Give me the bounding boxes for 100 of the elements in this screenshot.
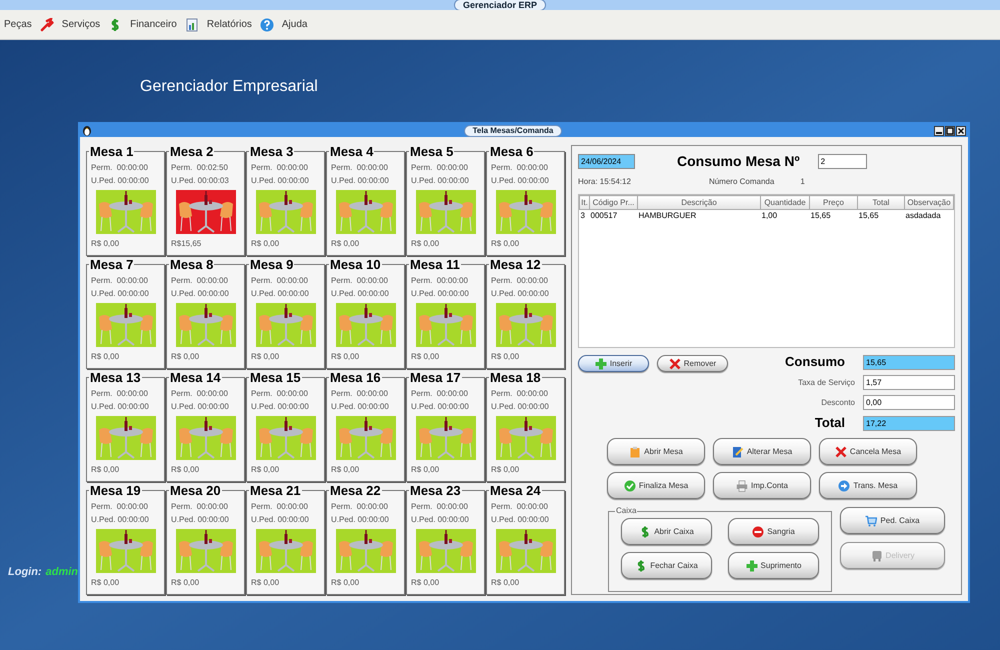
menu-item[interactable]: Financeiro	[130, 17, 177, 32]
side-button[interactable]: Ped. Caixa	[840, 507, 945, 534]
action-button[interactable]: Cancela Mesa	[819, 438, 917, 465]
table-card[interactable]: Mesa 9 Perm. 00:00:00 U.Ped. 00:00:00 R$ 0,00	[246, 258, 325, 369]
total-field[interactable]: 17,22	[863, 416, 955, 430]
table-card[interactable]: Mesa 20 Perm. 00:00:00 U.Ped. 00:00:00 R$ 0,00	[166, 484, 245, 595]
permanence-time: Perm. 00:00:00	[491, 162, 549, 174]
item-button[interactable]: Inserir	[578, 355, 649, 372]
column-header[interactable]: Preço	[810, 196, 858, 210]
table-card[interactable]: Mesa 8 Perm. 00:00:00 U.Ped. 00:00:00 R$ 0,00	[166, 258, 245, 369]
caixa-button[interactable]: Fechar Caixa	[621, 552, 712, 579]
table-card[interactable]: Mesa 17 Perm. 00:00:00 U.Ped. 00:00:00 R$ 0,00	[406, 371, 485, 482]
table-amount: R$ 0,00	[491, 351, 520, 363]
permanence-time: Perm. 00:00:00	[91, 388, 149, 400]
x-icon	[834, 446, 847, 458]
table-card[interactable]: Mesa 7 Perm. 00:00:00 U.Ped. 00:00:00 R$ 0,00	[86, 258, 165, 369]
table-cell: 1,00	[760, 210, 810, 222]
total-field[interactable]: 0,00	[863, 395, 955, 410]
plus-icon	[594, 358, 607, 370]
table-card[interactable]: Mesa 4 Perm. 00:00:00 U.Ped. 00:00:00 R$ 0,00	[326, 145, 405, 256]
column-header[interactable]: It.	[580, 196, 590, 210]
table-card[interactable]: Mesa 12 Perm. 00:00:00 U.Ped. 00:00:00 R$ 0,00	[486, 258, 565, 369]
table-chairs-drawing	[336, 529, 396, 573]
table-card[interactable]: Mesa 11 Perm. 00:00:00 U.Ped. 00:00:00 R$ 0,00	[406, 258, 485, 369]
menu-item[interactable]: Relatórios	[206, 17, 252, 32]
permanence-time: Perm. 00:00:00	[491, 388, 549, 400]
table-card[interactable]: Mesa 23 Perm. 00:00:00 U.Ped. 00:00:00 R$ 0,00	[406, 484, 485, 595]
table-cell: asdadada	[904, 210, 954, 222]
action-button[interactable]: Trans. Mesa	[819, 472, 917, 499]
last-order-time: U.Ped. 00:00:00	[251, 401, 310, 413]
table-title: Mesa 14	[169, 371, 222, 384]
printer-icon	[736, 480, 748, 492]
column-header[interactable]: Código Pr...	[590, 196, 638, 210]
caixa-button[interactable]: Abrir Caixa	[621, 518, 712, 545]
caixa-button[interactable]: Suprimento	[728, 552, 819, 579]
column-header[interactable]: Observação	[904, 196, 954, 210]
table-card[interactable]: Mesa 21 Perm. 00:00:00 U.Ped. 00:00:00 R$ 0,00	[246, 484, 325, 595]
table-card[interactable]: Mesa 24 Perm. 00:00:00 U.Ped. 00:00:00 R$ 0,00	[486, 484, 565, 595]
action-button[interactable]: Finaliza Mesa	[607, 472, 705, 499]
table-card[interactable]: Mesa 2 Perm. 00:02:50 U.Ped. 00:00:03 R$15,65	[166, 145, 245, 256]
column-header[interactable]: Descrição	[638, 196, 760, 210]
table-card[interactable]: Mesa 5 Perm. 00:00:00 U.Ped. 00:00:00 R$ 0,00	[406, 145, 485, 256]
table-amount: R$ 0,00	[171, 464, 200, 476]
table-card[interactable]: Mesa 3 Perm. 00:00:00 U.Ped. 00:00:00 R$ 0,00	[246, 145, 325, 256]
table-card[interactable]: Mesa 10 Perm. 00:00:00 U.Ped. 00:00:00 R$ 0,00	[326, 258, 405, 369]
last-order-time: U.Ped. 00:00:00	[91, 175, 150, 187]
minus-circle-icon	[752, 526, 764, 538]
table-card[interactable]: Mesa 13 Perm. 00:00:00 U.Ped. 00:00:00 R$ 0,00	[86, 371, 165, 482]
table-chairs-drawing	[176, 529, 236, 573]
close-icon[interactable]	[956, 126, 966, 136]
menu-item[interactable]: Peças	[4, 17, 32, 32]
total-field[interactable]: 1,57	[863, 375, 955, 390]
total-label: Total	[814, 414, 845, 432]
table-title: Mesa 20	[169, 484, 222, 497]
action-button[interactable]: Alterar Mesa	[713, 438, 811, 465]
table-card[interactable]: Mesa 14 Perm. 00:00:00 U.Ped. 00:00:00 R$ 0,00	[166, 371, 245, 482]
table-card[interactable]: Mesa 16 Perm. 00:00:00 U.Ped. 00:00:00 R$ 0,00	[326, 371, 405, 482]
login-user: admin	[46, 565, 78, 580]
column-header[interactable]: Total	[858, 196, 904, 210]
total-field[interactable]: 15,65	[863, 354, 955, 370]
desktop-title: Gerenciador Empresarial	[140, 77, 318, 97]
last-order-time: U.Ped. 00:00:00	[171, 288, 230, 300]
caixa-title: Caixa	[615, 505, 638, 517]
table-title: Mesa 15	[249, 371, 302, 384]
maximize-icon[interactable]	[945, 126, 955, 136]
dollar-icon	[635, 560, 648, 572]
table-amount: R$ 0,00	[331, 351, 360, 363]
column-header[interactable]: Quantidade	[760, 196, 810, 210]
table-card[interactable]: Mesa 1 Perm. 00:00:00 U.Ped. 00:00:00 R$ 0,00	[86, 145, 165, 256]
table-cell: HAMBURGUER	[638, 210, 760, 222]
action-button[interactable]: Imp.Conta	[713, 472, 811, 499]
last-order-time: U.Ped. 00:00:00	[491, 175, 550, 187]
table-chairs-drawing	[96, 416, 156, 460]
date-field[interactable]: 24/06/2024	[578, 154, 635, 168]
table-card[interactable]: Mesa 22 Perm. 00:00:00 U.Ped. 00:00:00 R$ 0,00	[326, 484, 405, 595]
last-order-time: U.Ped. 00:00:00	[411, 514, 470, 526]
menu-item[interactable]: Serviços	[62, 17, 100, 32]
action-button[interactable]: Abrir Mesa	[607, 438, 705, 465]
table-title: Mesa 3	[249, 145, 294, 158]
minimize-icon[interactable]	[934, 126, 944, 136]
table-chairs-drawing	[336, 416, 396, 460]
item-button[interactable]: Remover	[657, 355, 728, 372]
table-cell: 15,65	[810, 210, 858, 222]
caixa-button[interactable]: Sangria	[728, 518, 819, 545]
table-chairs-drawing	[336, 190, 396, 234]
table-card[interactable]: Mesa 18 Perm. 00:00:00 U.Ped. 00:00:00 R$ 0,00	[486, 371, 565, 482]
table-card[interactable]: Mesa 19 Perm. 00:00:00 U.Ped. 00:00:00 R$ 0,00	[86, 484, 165, 595]
menu-item[interactable]: Ajuda	[282, 17, 308, 32]
table-title: Mesa 8	[169, 258, 214, 271]
time-label: Hora: 15:54:12	[578, 176, 631, 188]
permanence-time: Perm. 00:00:00	[171, 501, 229, 513]
table-card[interactable]: Mesa 6 Perm. 00:00:00 U.Ped. 00:00:00 R$ 0,00	[486, 145, 565, 256]
table-card[interactable]: Mesa 15 Perm. 00:00:00 U.Ped. 00:00:00 R$ 0,00	[246, 371, 325, 482]
permanence-time: Perm. 00:02:50	[171, 162, 229, 174]
table-title: Mesa 12	[489, 258, 542, 271]
permanence-time: Perm. 00:00:00	[411, 275, 469, 287]
table-chairs-drawing	[336, 303, 396, 347]
table-chairs-drawing	[256, 416, 316, 460]
permanence-time: Perm. 00:00:00	[251, 388, 309, 400]
table-number-field[interactable]: 2	[818, 154, 867, 168]
